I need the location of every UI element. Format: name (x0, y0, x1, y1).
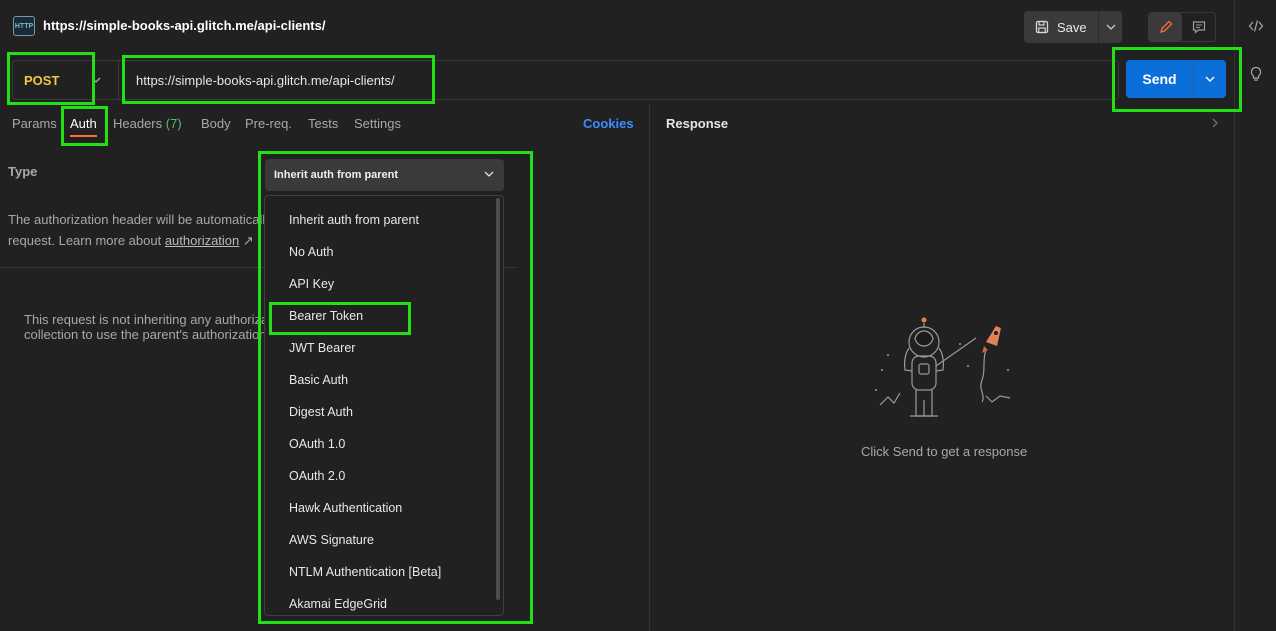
auth-option-oauth-1[interactable]: OAuth 1.0 (289, 437, 345, 451)
headers-count-badge: (7) (165, 116, 182, 131)
auth-type-dropdown: Inherit auth from parent No Auth API Key… (264, 195, 504, 616)
auth-option-oauth-2[interactable]: OAuth 2.0 (289, 469, 345, 483)
title-bar: HTTP https://simple-books-api.glitch.me/… (0, 0, 1234, 52)
auth-description-prefix: request. Learn more about (8, 233, 165, 248)
save-label: Save (1057, 19, 1087, 35)
auth-option-basic-auth[interactable]: Basic Auth (289, 373, 348, 387)
code-snippet-button[interactable] (1235, 19, 1276, 33)
auth-option-aws-signature[interactable]: AWS Signature (289, 533, 374, 547)
dropdown-scrollbar[interactable] (496, 198, 500, 600)
request-title[interactable]: https://simple-books-api.glitch.me/api-c… (43, 18, 325, 33)
inherit-note-line1: This request is not inheriting any autho… (24, 312, 264, 327)
auth-type-selected: Inherit auth from parent (274, 169, 399, 181)
auth-option-akamai[interactable]: Akamai EdgeGrid (289, 597, 387, 611)
cookies-link[interactable]: Cookies (583, 116, 634, 131)
response-title: Response (666, 116, 729, 131)
auth-option-no-auth[interactable]: No Auth (289, 245, 333, 259)
astronaut-illustration (875, 317, 1011, 417)
auth-option-hawk[interactable]: Hawk Authentication (289, 501, 402, 515)
lightbulb-icon (1250, 66, 1262, 81)
edit-mode-button[interactable] (1149, 13, 1182, 41)
comment-mode-button[interactable] (1182, 13, 1215, 41)
chevron-down-icon (484, 171, 494, 177)
chevron-down-icon (1106, 24, 1115, 30)
send-button[interactable]: Send (1126, 60, 1193, 98)
related-requests-button[interactable] (1235, 66, 1276, 82)
chevron-down-icon (91, 77, 101, 83)
send-options-button[interactable] (1193, 60, 1226, 98)
auth-description-line2: request. Learn more about authorization … (8, 230, 264, 251)
chevron-right-icon (1212, 118, 1218, 128)
tab-settings[interactable]: Settings (354, 116, 401, 131)
url-input[interactable]: https://simple-books-api.glitch.me/api-c… (118, 60, 1119, 100)
auth-option-inherit[interactable]: Inherit auth from parent (289, 213, 419, 227)
active-tab-indicator (70, 135, 97, 137)
comment-icon (1192, 21, 1205, 34)
save-button-group: Save (1024, 11, 1122, 43)
tab-body[interactable]: Body (201, 116, 231, 131)
chevron-down-icon (1205, 76, 1215, 82)
code-icon (1248, 20, 1264, 32)
auth-description-line1: The authorization header will be automat… (8, 212, 264, 227)
auth-option-api-key[interactable]: API Key (289, 277, 334, 291)
view-mode-toggle (1148, 12, 1216, 42)
inherit-note: This request is not inheriting any autho… (24, 312, 264, 342)
request-bar: POST https://simple-books-api.glitch.me/… (0, 58, 1234, 100)
pencil-icon (1159, 20, 1172, 33)
auth-option-digest-auth[interactable]: Digest Auth (289, 405, 353, 419)
inherit-note-line2: collection to use the parent's authoriza… (24, 327, 264, 342)
tab-params[interactable]: Params (12, 116, 57, 131)
method-label: POST (24, 72, 60, 88)
request-tabs: Params Auth Headers (7) Body Pre-req. Te… (0, 108, 648, 138)
authorization-link[interactable]: authorization (165, 233, 239, 248)
auth-type-label: Type (8, 164, 38, 179)
save-options-button[interactable] (1098, 11, 1122, 43)
auth-description: The authorization header will be automat… (8, 209, 264, 251)
http-request-icon: HTTP (13, 16, 35, 36)
tab-tests[interactable]: Tests (308, 116, 338, 131)
auth-option-jwt-bearer[interactable]: JWT Bearer (289, 341, 355, 355)
send-button-group: Send (1126, 60, 1226, 98)
auth-option-ntlm[interactable]: NTLM Authentication [Beta] (289, 565, 441, 579)
save-button[interactable]: Save (1024, 11, 1098, 43)
auth-type-select[interactable]: Inherit auth from parent (265, 159, 504, 191)
empty-response-message: Click Send to get a response (861, 444, 1028, 459)
response-collapse-button[interactable] (1212, 116, 1218, 131)
save-icon (1035, 20, 1049, 34)
tab-auth[interactable]: Auth (70, 116, 97, 131)
method-select[interactable]: POST (12, 60, 118, 100)
tab-headers-label: Headers (113, 116, 163, 131)
pane-divider[interactable] (649, 104, 650, 631)
tab-headers[interactable]: Headers (7) (113, 116, 182, 131)
external-link-icon: ↗ (239, 233, 254, 248)
auth-option-bearer-token[interactable]: Bearer Token (289, 309, 363, 323)
right-sidebar (1234, 0, 1276, 631)
tab-pre-request[interactable]: Pre-req. (245, 116, 292, 131)
